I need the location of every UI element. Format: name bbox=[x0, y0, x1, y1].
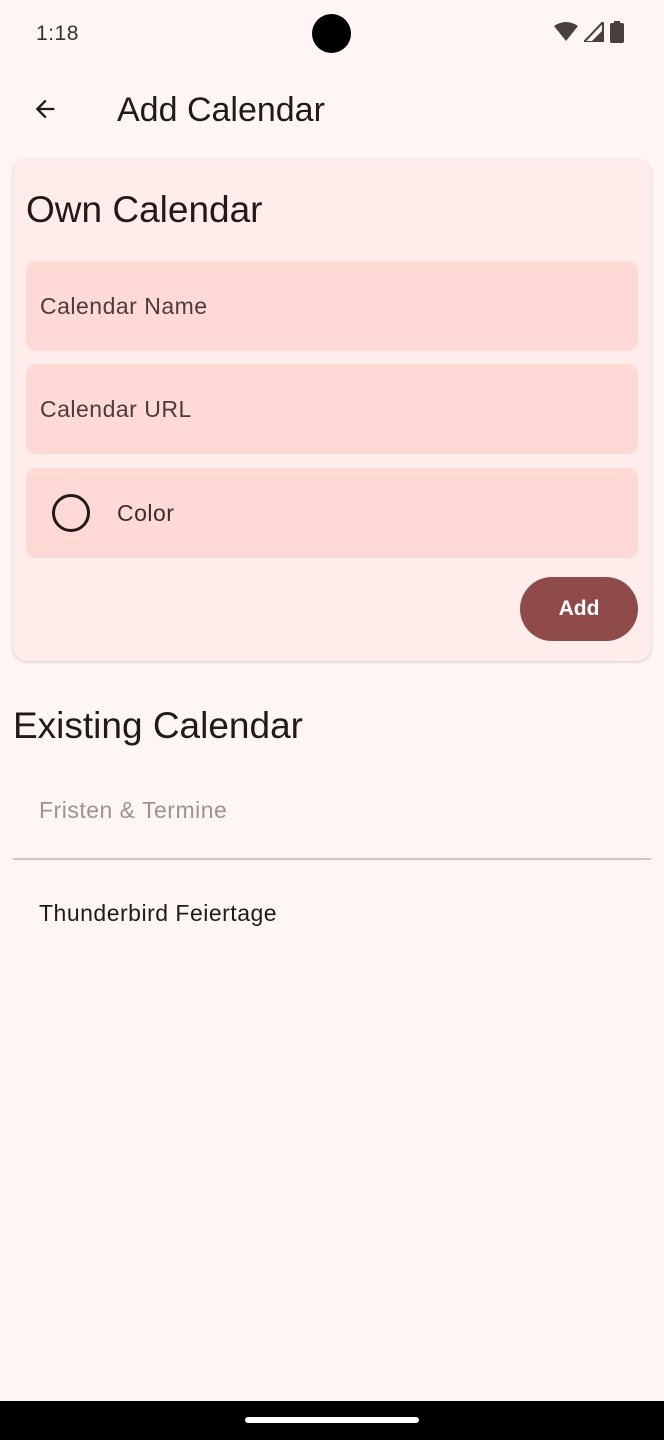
navigation-bar bbox=[0, 1401, 664, 1440]
color-circle-icon bbox=[52, 494, 90, 532]
own-calendar-title: Own Calendar bbox=[26, 189, 263, 230]
calendar-name-input[interactable] bbox=[26, 261, 638, 351]
camera-cutout bbox=[312, 14, 351, 53]
calendar-url-input[interactable] bbox=[26, 364, 638, 454]
status-icons bbox=[554, 18, 624, 48]
back-button[interactable] bbox=[20, 86, 70, 136]
add-button[interactable]: Add bbox=[520, 577, 638, 641]
color-picker-field[interactable]: Color bbox=[26, 468, 638, 558]
status-bar: 1:18 bbox=[0, 0, 664, 68]
page-title: Add Calendar bbox=[117, 91, 325, 129]
list-item-fristen-termine[interactable]: Fristen & Termine bbox=[13, 760, 651, 860]
cellular-signal-icon bbox=[581, 18, 604, 47]
list-item-label: Fristen & Termine bbox=[39, 797, 228, 823]
arrow-back-icon bbox=[31, 95, 59, 128]
calendar-url-field bbox=[26, 364, 638, 454]
app-bar: Add Calendar bbox=[0, 68, 664, 156]
wifi-icon bbox=[554, 21, 578, 47]
status-time: 1:18 bbox=[36, 22, 79, 45]
existing-calendar-title: Existing Calendar bbox=[13, 705, 303, 746]
calendar-name-field bbox=[26, 261, 638, 351]
list-item-thunderbird-feiertage[interactable]: Thunderbird Feiertage bbox=[13, 862, 651, 962]
battery-icon bbox=[610, 20, 624, 48]
list-item-label: Thunderbird Feiertage bbox=[39, 900, 278, 926]
own-calendar-card: Own Calendar Color Add bbox=[13, 159, 651, 661]
color-label: Color bbox=[117, 500, 175, 526]
home-indicator[interactable] bbox=[245, 1417, 419, 1423]
